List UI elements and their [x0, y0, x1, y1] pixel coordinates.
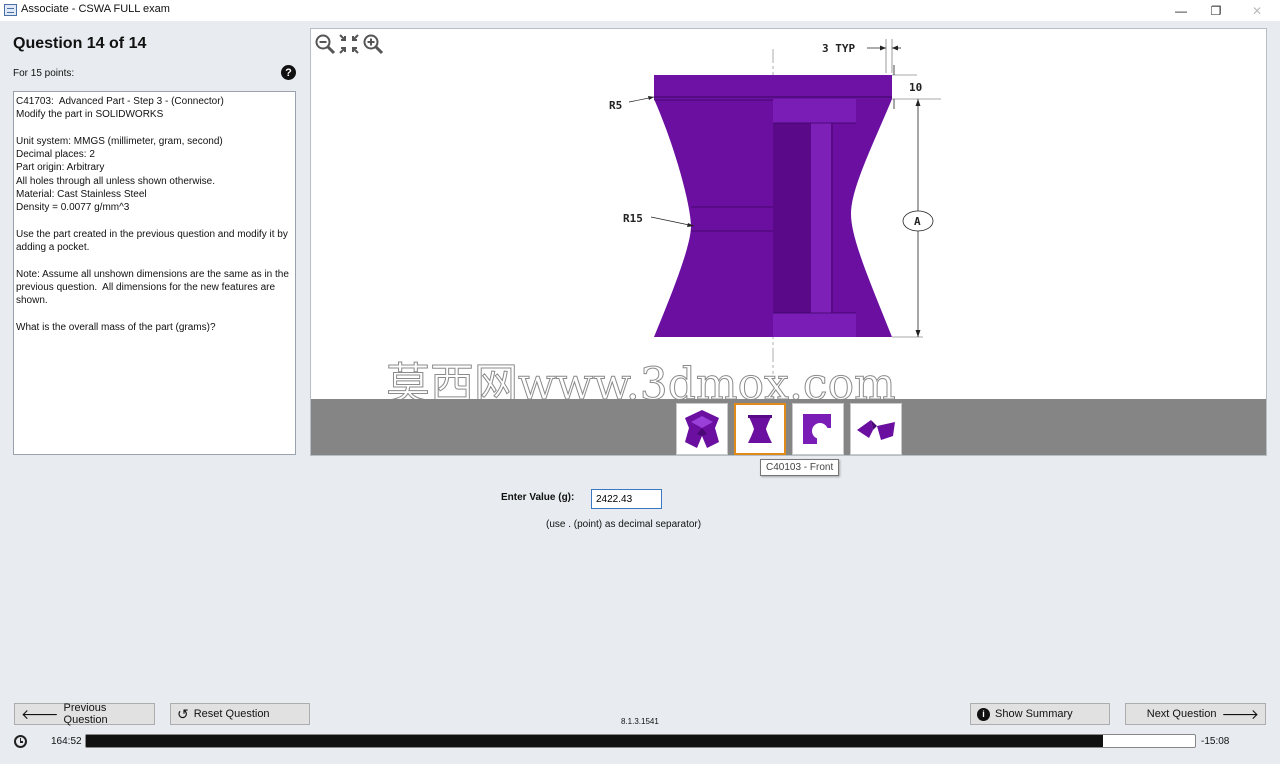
arrow-left-icon: 🡐	[21, 706, 59, 722]
remaining-time: -15:08	[1201, 736, 1230, 747]
minimize-button[interactable]: —	[1162, 0, 1200, 21]
value-input[interactable]	[591, 489, 662, 509]
dim-3-typ: 3 TYP	[822, 42, 855, 55]
clock-icon	[14, 735, 27, 748]
help-icon[interactable]: ?	[281, 65, 296, 80]
thumbnail-front[interactable]	[734, 403, 786, 455]
restore-button[interactable]: ❐	[1197, 0, 1235, 21]
show-summary-button[interactable]: i Show Summary	[970, 703, 1110, 725]
thumbnail-right-icon	[857, 420, 895, 440]
drawing-viewer[interactable]: 3 TYP 10 R5 R15 A 莫西网www.3dmox.com	[310, 28, 1267, 456]
thumbnail-top-icon	[803, 414, 831, 444]
part-drawing: 3 TYP 10 R5 R15 A 莫西网www.3dmox.com	[386, 39, 941, 399]
dim-r5: R5	[609, 99, 622, 112]
thumbnail-isometric[interactable]	[676, 403, 728, 455]
next-question-button[interactable]: Next Question 🡒	[1125, 703, 1266, 725]
version-label: 8.1.3.1541	[621, 717, 659, 726]
dim-a: A	[914, 215, 921, 228]
thumbnail-right[interactable]	[850, 403, 902, 455]
show-summary-label: Show Summary	[995, 708, 1073, 720]
elapsed-time: 164:52	[51, 736, 82, 747]
time-progress-fill	[86, 735, 1103, 747]
window-title: Associate - CSWA FULL exam	[21, 3, 170, 15]
reset-question-button[interactable]: ↺ Reset Question	[170, 703, 310, 725]
question-title: Question 14 of 14	[13, 35, 147, 52]
top-flange	[654, 75, 892, 99]
dim-10: 10	[909, 81, 922, 94]
dim-r15: R15	[623, 212, 643, 225]
thumbnail-tooltip: C40103 - Front	[760, 459, 840, 476]
close-button[interactable]: ✕	[1238, 0, 1276, 21]
app-icon	[4, 4, 17, 16]
previous-question-label: Previous Question	[63, 702, 108, 726]
question-points: For 15 points:	[13, 68, 75, 79]
previous-question-button[interactable]: 🡐 Previous Question	[14, 702, 155, 726]
question-text: C41703: Advanced Part - Step 3 - (Connec…	[13, 91, 296, 455]
value-label: Enter Value (g):	[501, 492, 575, 503]
info-icon: i	[977, 707, 990, 721]
thumbnail-top[interactable]	[792, 403, 844, 455]
thumbnail-isometric-icon	[685, 410, 719, 448]
next-question-label: Next Question	[1146, 708, 1217, 720]
thumbnail-front-icon	[748, 415, 772, 443]
arrow-right-icon: 🡒	[1221, 706, 1259, 722]
reset-icon: ↺	[177, 706, 189, 722]
title-bar: Associate - CSWA FULL exam — ❐ ✕	[0, 0, 1280, 21]
thumbnail-bar	[311, 399, 1266, 455]
decimal-separator-note: (use . (point) as decimal separator)	[546, 519, 702, 530]
time-progress-bar	[85, 734, 1196, 748]
reset-question-label: Reset Question	[193, 708, 270, 720]
watermark-text: 莫西网www.3dmox.com	[386, 359, 896, 399]
